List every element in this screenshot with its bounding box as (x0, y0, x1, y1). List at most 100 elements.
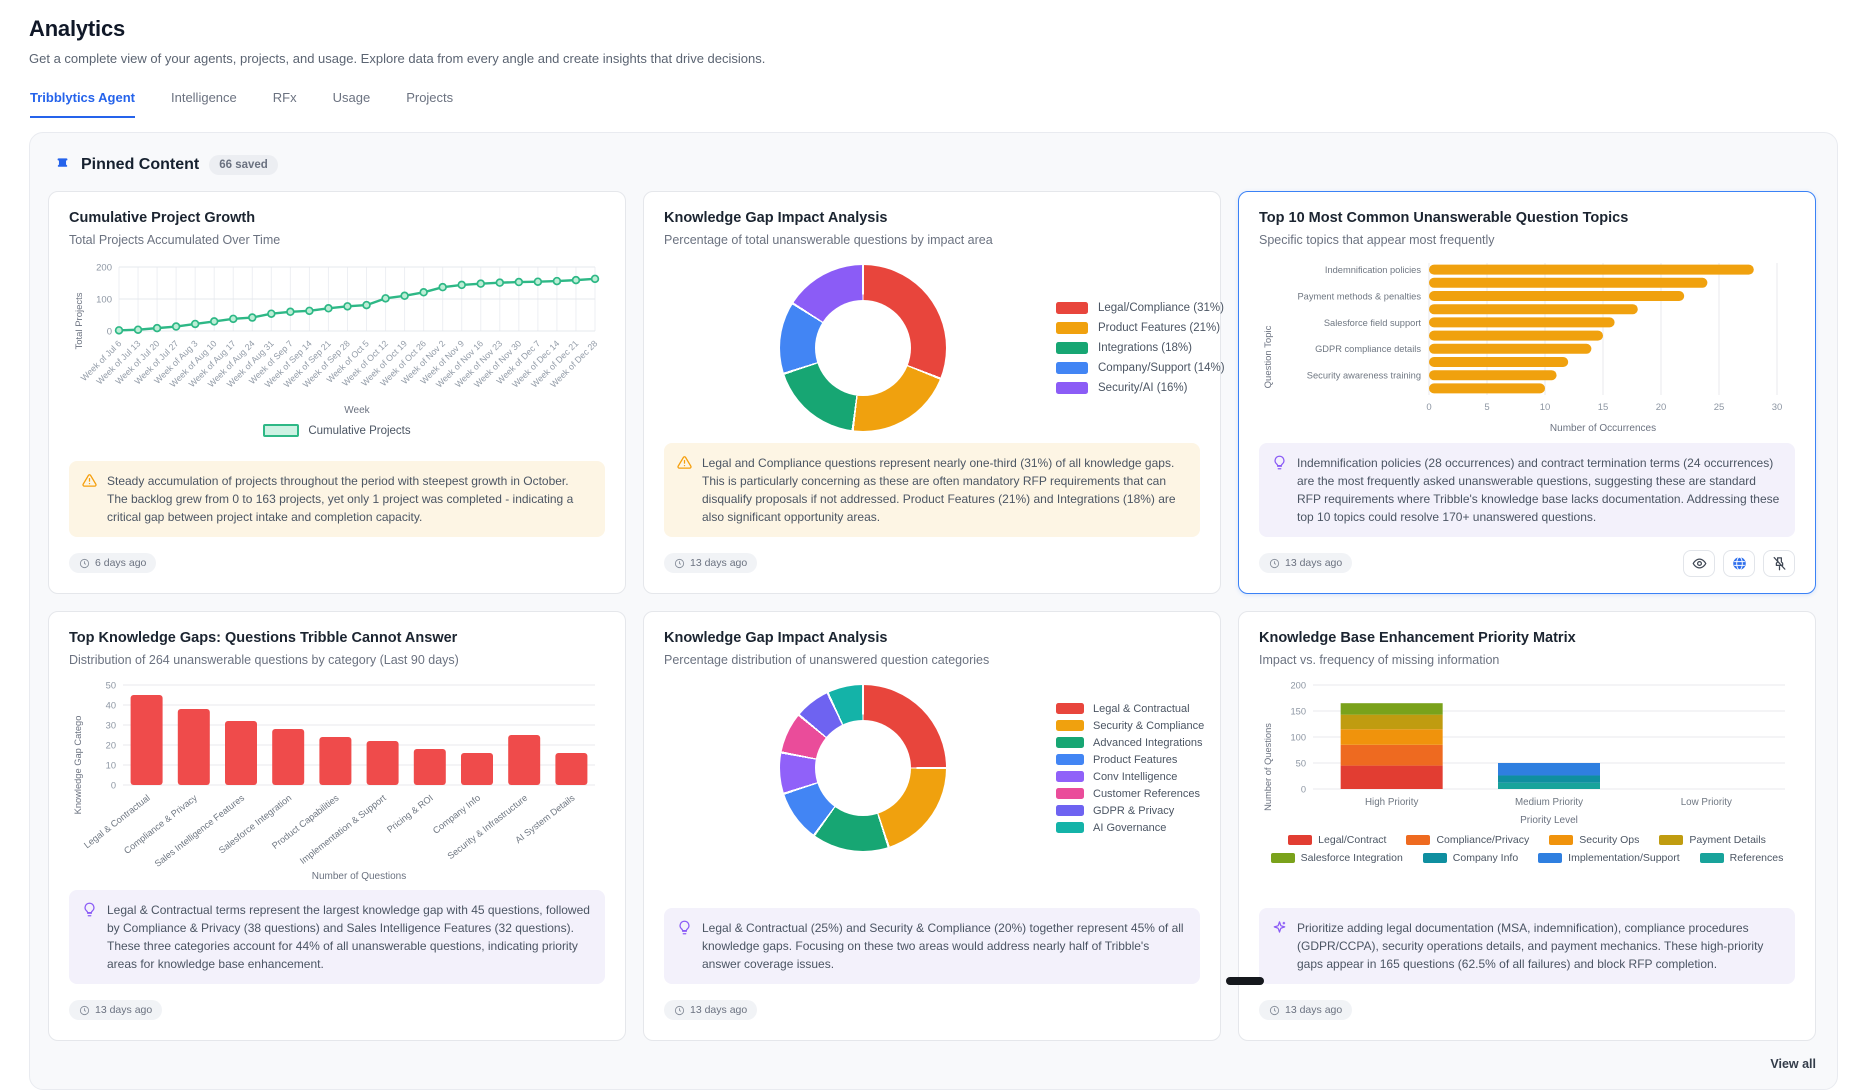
legend-item: Salesforce Integration (1271, 852, 1403, 864)
card-priority-matrix[interactable]: Knowledge Base Enhancement Priority Matr… (1238, 611, 1816, 1041)
insight-text: Prioritize adding legal documentation (M… (1297, 919, 1782, 973)
insight-box: Prioritize adding legal documentation (M… (1259, 908, 1795, 984)
bar (1429, 370, 1557, 380)
svg-text:0: 0 (1301, 785, 1306, 795)
bar (1429, 357, 1568, 367)
bar-segment (1341, 729, 1443, 745)
page-title: Analytics (29, 16, 1838, 42)
card-subtitle: Total Projects Accumulated Over Time (69, 233, 605, 247)
bar (272, 729, 304, 785)
donut-chart: Legal/Compliance (31%)Product Features (… (664, 265, 1200, 431)
svg-text:0: 0 (1426, 402, 1431, 413)
data-point (287, 308, 294, 315)
svg-text:15: 15 (1598, 402, 1609, 413)
tab-tribblytics-agent[interactable]: Tribblytics Agent (30, 90, 135, 118)
insight-box: Indemnification policies (28 occurrences… (1259, 443, 1795, 537)
legend-item: Implementation/Support (1538, 852, 1679, 864)
card-footer: 6 days ago (69, 549, 605, 577)
card-knowledge-gap-impact-analysis[interactable]: Knowledge Gap Impact Analysis Percentage… (643, 191, 1221, 594)
data-point (401, 292, 408, 299)
legend-item: Product Features (21%) (1056, 322, 1225, 334)
data-point (249, 314, 256, 321)
bar (1429, 331, 1603, 341)
svg-text:Knowledge Gap Catego: Knowledge Gap Catego (73, 716, 83, 815)
card-footer: 13 days ago (1259, 549, 1795, 577)
card-actions (1683, 550, 1795, 577)
view-button[interactable] (1683, 550, 1715, 577)
card-cumulative-project-growth[interactable]: Cumulative Project Growth Total Projects… (48, 191, 626, 594)
data-point (135, 326, 142, 333)
svg-text:Number of Occurrences: Number of Occurrences (1550, 423, 1656, 434)
data-point (382, 295, 389, 302)
clock-icon (1269, 558, 1280, 569)
card-footer: 13 days ago (1259, 996, 1795, 1024)
donut-chart-impact-area: Legal/Compliance (31%)Product Features (… (664, 257, 1200, 443)
data-point (458, 282, 465, 289)
svg-text:50: 50 (106, 681, 116, 691)
bar (319, 737, 351, 785)
lightbulb-icon (677, 920, 692, 935)
data-point (116, 327, 123, 334)
card-title: Top 10 Most Common Unanswerable Question… (1259, 210, 1795, 226)
chart-legend: Legal/ContractCompliance/PrivacySecurity… (1259, 834, 1795, 864)
card-footer: 13 days ago (69, 996, 605, 1024)
card-knowledge-gap-impact-analysis-2[interactable]: Knowledge Gap Impact Analysis Percentage… (643, 611, 1221, 1041)
legend-item: Payment Details (1659, 834, 1765, 846)
chart-svg: 051015202530Indemnification policiesPaym… (1259, 257, 1797, 437)
tab-intelligence[interactable]: Intelligence (171, 90, 237, 118)
legend-item: AI Governance (1056, 822, 1204, 834)
data-point (268, 310, 275, 317)
chart-svg: 050100150200High PriorityMedium Priority… (1259, 677, 1797, 827)
legend-item: Advanced Integrations (1056, 737, 1204, 749)
clock-icon (674, 1005, 685, 1016)
svg-text:Sales Intelligence Features: Sales Intelligence Features (153, 792, 247, 868)
svg-text:150: 150 (1290, 707, 1306, 717)
view-all-link[interactable]: View all (1770, 1057, 1816, 1071)
card-title: Knowledge Base Enhancement Priority Matr… (1259, 630, 1795, 646)
bar (1429, 317, 1615, 327)
svg-text:Indemnification policies: Indemnification policies (1325, 265, 1421, 275)
data-point (496, 279, 503, 286)
legend-item: Security Ops (1549, 834, 1639, 846)
pinned-title: Pinned Content (81, 156, 199, 174)
insight-text: Legal and Compliance questions represent… (702, 454, 1187, 526)
legend-item: Legal & Contractual (1056, 703, 1204, 715)
legend-item: Customer References (1056, 788, 1204, 800)
bar (131, 695, 163, 785)
insight-text: Indemnification policies (28 occurrences… (1297, 454, 1782, 526)
data-point (534, 278, 541, 285)
data-point (420, 289, 427, 296)
bar-segment (1341, 703, 1443, 714)
legend-item: Product Features (1056, 754, 1204, 766)
svg-text:25: 25 (1714, 402, 1725, 413)
donut (780, 265, 946, 431)
card-subtitle: Percentage of total unanswerable questio… (664, 233, 1200, 247)
svg-text:Number of Questions: Number of Questions (1263, 723, 1273, 811)
svg-text:50: 50 (1296, 759, 1306, 769)
data-point (154, 325, 161, 332)
chart-legend: Legal & ContractualSecurity & Compliance… (1056, 703, 1204, 834)
unpin-button[interactable] (1763, 550, 1795, 577)
card-title: Knowledge Gap Impact Analysis (664, 630, 1200, 646)
bar (461, 753, 493, 785)
card-top-10-unanswerable-topics[interactable]: Top 10 Most Common Unanswerable Question… (1238, 191, 1816, 594)
bar (1429, 291, 1684, 301)
tab-rfx[interactable]: RFx (273, 90, 297, 118)
sparkles-icon (1272, 920, 1287, 935)
bar (1429, 265, 1754, 275)
bar (555, 753, 587, 785)
bar (508, 735, 540, 785)
svg-text:Low Priority: Low Priority (1681, 797, 1732, 808)
publish-button[interactable] (1723, 550, 1755, 577)
tab-usage[interactable]: Usage (333, 90, 371, 118)
page-header: Analytics Get a complete view of your ag… (0, 0, 1867, 66)
tab-projects[interactable]: Projects (406, 90, 453, 118)
clock-icon (1269, 1005, 1280, 1016)
saved-count-badge: 66 saved (209, 155, 278, 175)
card-top-knowledge-gaps[interactable]: Top Knowledge Gaps: Questions Tribble Ca… (48, 611, 626, 1041)
svg-text:0: 0 (107, 327, 112, 338)
bar-chart-knowledge-gaps: 01020304050Legal & ContractualCompliance… (69, 677, 605, 890)
data-point (192, 321, 199, 328)
svg-text:Security & Infrastructure: Security & Infrastructure (446, 793, 530, 862)
svg-text:Company Info: Company Info (431, 793, 482, 836)
